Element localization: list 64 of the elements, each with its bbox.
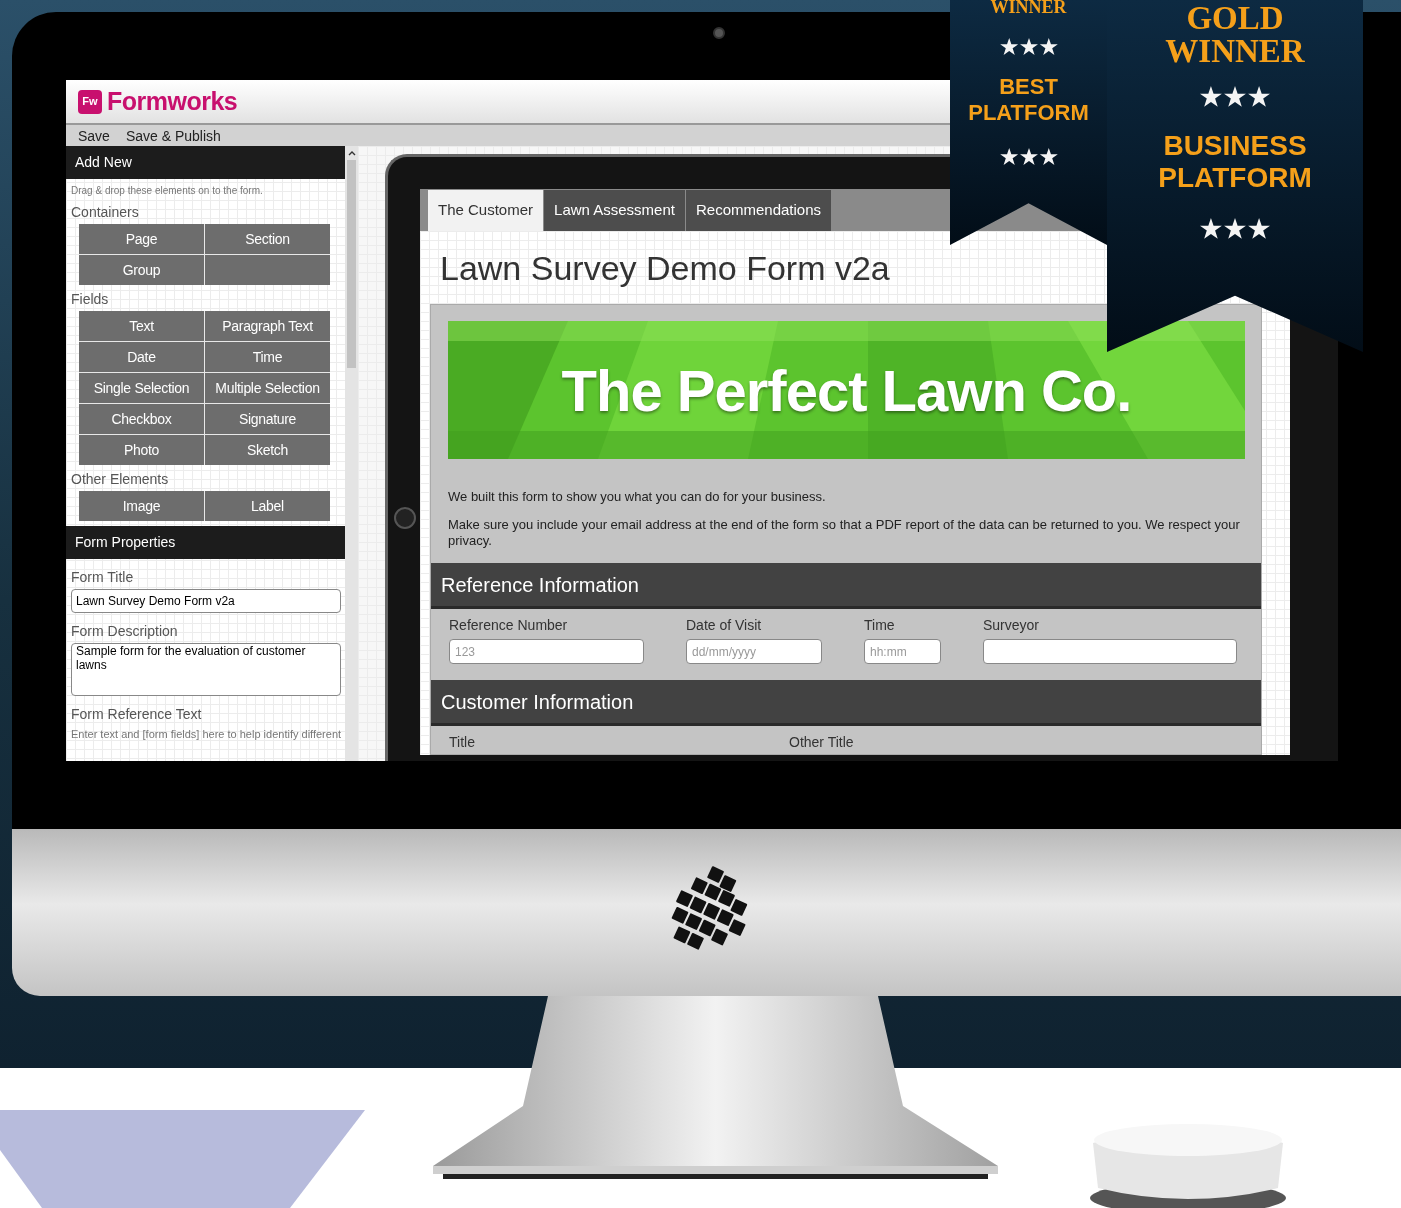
description-field[interactable]: Sample form for the evaluation of customer lawns [71,643,341,696]
palette-item[interactable]: Checkbox [79,404,204,434]
form-title: Lawn Survey Demo Form v2a [439,248,891,289]
palette-item[interactable]: Text [79,311,204,341]
hint-text: Enter text and [form fields] here to help identify different [71,727,341,742]
palette-item[interactable]: Label [205,491,330,521]
palette-item[interactable]: Sketch [205,435,330,465]
form-input[interactable]: hh:mm [864,639,941,664]
palette-item[interactable]: Multiple Selection [205,373,330,403]
form-input[interactable] [983,639,1237,664]
award-category: PLATFORM [968,100,1089,126]
banner-headline: The Perfect Lawn Co. [561,356,1132,425]
award-category: BEST [999,74,1058,100]
form-tab[interactable]: The Customer [428,190,544,231]
group-title: Other Elements [70,470,170,489]
hint-text: Drag & drop these elements on to the form. [70,184,264,198]
award-title: WINNER [990,0,1067,16]
camera-icon [713,27,725,39]
group-title: Fields [70,290,110,309]
menu-item[interactable]: Save [78,125,110,146]
award-category: PLATFORM [1158,162,1312,194]
palette-item[interactable]: Paragraph Text [205,311,330,341]
palette-item[interactable]: Group [79,255,204,285]
intro-paragraph: Make sure you include your email address at the end of the form so that a PDF report of the data can be returned to you. We respect your privacy. [448,517,1241,549]
palette-item[interactable]: Image [79,491,204,521]
section-title: Customer Information [441,689,634,715]
award-title: GOLD [1186,2,1284,35]
group-title: Containers [70,203,140,222]
form-input[interactable]: dd/mm/yyyy [686,639,822,664]
title-field[interactable]: Lawn Survey Demo Form v2a [71,589,341,613]
palette-item[interactable]: Time [205,342,330,372]
logo-badge: Fw [78,89,102,114]
field-label: Reference Number [449,616,569,635]
field-label: Surveyor [983,616,1041,635]
palette-item[interactable]: Photo [79,435,204,465]
menu-item[interactable]: Save & Publish [125,125,221,146]
form-tab[interactable]: Lawn Assessment [544,190,685,231]
section-title: Reference Information [441,572,639,598]
panel-title: Add New [75,153,132,172]
palette-item[interactable]: Signature [205,404,330,434]
form-input[interactable]: 123 [449,639,644,664]
home-button-icon [394,507,416,529]
field-label: Other Title [789,733,855,752]
palette-item[interactable]: Page [79,224,204,254]
stars-icon [1200,218,1270,240]
app-logo: Formworks [107,85,238,117]
stars-icon [1200,86,1270,108]
palette-item[interactable]: Date [79,342,204,372]
stars-icon [999,38,1058,56]
field-label: Title [449,733,476,752]
field-label: Time [864,616,896,635]
form-tab[interactable]: Recommendations [685,190,831,231]
field-label: Form Title [71,568,135,587]
panel-title: Form Properties [75,533,176,552]
palette-item[interactable]: Single Selection [79,373,204,403]
field-label: Form Reference Text [71,705,203,724]
intro-paragraph: We built this form to show you what you can do for your business. [448,489,827,505]
field-label: Date of Visit [686,616,763,635]
scroll-up-icon [347,150,356,156]
stars-icon [999,148,1058,166]
award-title: WINNER [1165,35,1305,68]
award-category: BUSINESS [1163,130,1307,162]
palette-item[interactable]: Section [205,224,330,254]
field-label: Form Description [71,622,179,641]
